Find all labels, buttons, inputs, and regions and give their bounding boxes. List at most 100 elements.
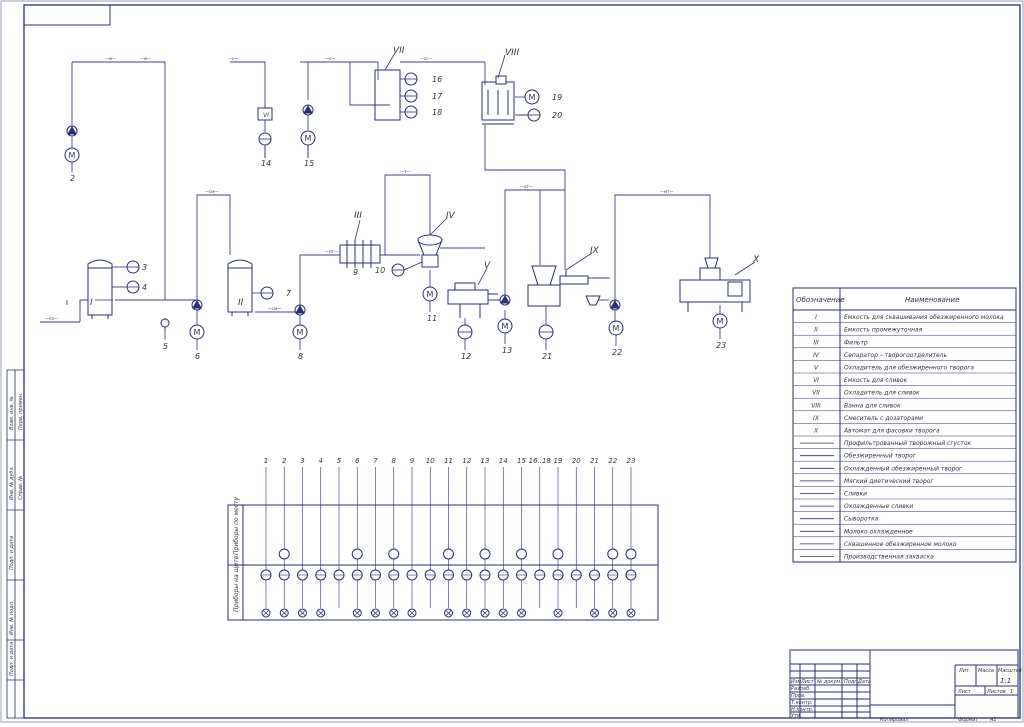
svg-text:№ докум.: № докум. — [816, 679, 842, 685]
legend-row-code: VII — [812, 390, 820, 397]
svg-text:Дата: Дата — [857, 679, 871, 685]
legend-row-text: Сепаратор – творогоотделитель — [844, 352, 948, 359]
instrument-columns: 1 2 3 4 5 6 7 8 9 10 11 12 13 14 15 16..18 19 20 21 22 23 — [260, 457, 637, 618]
side-stamp-5: Подп. и дата — [9, 642, 15, 676]
instrument-column-number: 6 — [355, 457, 360, 465]
svg-text:—т—: —т— — [400, 169, 410, 174]
instrument-column-number: 4 — [319, 457, 323, 465]
svg-text:VIII: VIII — [505, 48, 519, 58]
drawing-sheet: Взам. инв. № Инв. № дубл. Подп. и дата И… — [0, 0, 1024, 723]
mixer-IX — [527, 284, 561, 307]
legend-row-text: Сквашенное обезжиренное молоко — [844, 541, 957, 548]
svg-text:III: III — [354, 211, 362, 221]
svg-text:10: 10 — [375, 266, 385, 275]
legend-rows: I Емкость для сквашивания обезжиренного м… — [793, 314, 1016, 563]
field-instrument-symbol — [388, 548, 400, 560]
svg-text:20: 20 — [552, 111, 562, 120]
svg-text:22: 22 — [612, 348, 622, 357]
cooler-V — [447, 289, 489, 305]
instrument-column-number: 22 — [608, 457, 617, 465]
svg-text:12: 12 — [461, 352, 471, 361]
field-instrument-symbol — [516, 548, 527, 560]
legend-row-code: IV — [813, 352, 820, 359]
svg-text:—пт—: —пт— — [325, 249, 338, 254]
svg-text:16: 16 — [432, 75, 442, 84]
equipment-roman-labels: I II III IV V VI VII VIII IX X — [90, 46, 760, 308]
title-block-text: Лит. Масса Масштаб 1:1 Лист Листов 1 Изм… — [791, 668, 1022, 719]
legend-header-name: Наименование — [905, 296, 959, 304]
legend-row-text: Ванна для сливок — [844, 402, 901, 409]
svg-text:I: I — [90, 298, 93, 308]
svg-text:7: 7 — [286, 289, 292, 298]
side-stamp-6: Справ. № — [18, 476, 24, 500]
svg-text:4: 4 — [142, 283, 147, 292]
legend-row-text: Мягкий диетический творог — [844, 478, 934, 485]
svg-text:—м—: —м— — [105, 56, 116, 61]
svg-text:Лит.: Лит. — [958, 668, 971, 674]
svg-text:—с—: —с— — [228, 56, 238, 61]
legend-row-text: Охлажденные сливки — [844, 503, 913, 510]
field-instrument-symbol — [443, 548, 454, 560]
legend-row-text: Емкость для сливок — [844, 377, 908, 384]
svg-text:—от—: —от— — [520, 184, 533, 189]
legend-row-text: Автомат для фасовки творога — [843, 428, 940, 435]
instrument-column-number: 13 — [481, 457, 490, 465]
svg-text:M: M — [502, 322, 509, 331]
svg-text:—сс—: —сс— — [420, 56, 432, 61]
svg-text:Лист: Лист — [800, 679, 815, 685]
footer-format-value: А1 — [989, 717, 997, 723]
svg-text:—см—: —см— — [205, 189, 218, 194]
legend-row-text: Охладитель для сливок — [844, 390, 920, 397]
legend-row-text: Профильтрованный творожный сгусток — [844, 440, 971, 447]
legend-row-text: Охладитель для обезжиренного творога — [844, 365, 974, 372]
svg-text:11: 11 — [427, 314, 437, 323]
svg-text:Подп.: Подп. — [844, 679, 859, 685]
svg-text:Листов: Листов — [986, 689, 1006, 695]
svg-text:23: 23 — [716, 341, 726, 350]
svg-text:M: M — [305, 134, 312, 143]
instrument-column-number: 3 — [300, 457, 304, 465]
legend-row-text: Емкость для сквашивания обезжиренного мо… — [844, 314, 1004, 321]
legend-row-code: V — [814, 365, 819, 372]
svg-text:—м—: —м— — [140, 56, 151, 61]
side-stamp-3: Подп. и дата — [9, 536, 15, 570]
legend-row-text: Смеситель с дозаторами — [844, 415, 923, 422]
footer-copied: Копировал — [880, 717, 909, 723]
svg-text:—см—: —см— — [268, 306, 281, 311]
field-instruments — [126, 72, 554, 340]
svg-text:—с—: —с— — [325, 56, 335, 61]
svg-text:21: 21 — [542, 352, 552, 361]
svg-text:18: 18 — [432, 108, 442, 117]
process-diagram: Взам. инв. № Инв. № дубл. Подп. и дата И… — [0, 0, 1024, 723]
svg-text:M: M — [427, 290, 434, 299]
instrument-column-number: 21 — [590, 457, 599, 465]
field-instrument-symbol — [278, 548, 290, 560]
legend-row-text: Сыворотка — [844, 516, 879, 523]
svg-text:Пров.: Пров. — [791, 693, 806, 699]
instrument-column-number: 20 — [572, 457, 581, 465]
equipment-numbers: 2 3 4 5 6 7 8 9 10 11 12 13 14 15 16 17 … — [70, 75, 726, 361]
instrument-column-number: 9 — [410, 457, 415, 465]
instrument-column-number: 11 — [444, 457, 453, 465]
svg-text:IV: IV — [446, 211, 456, 221]
field-instrument-symbol — [351, 548, 363, 560]
svg-text:M: M — [194, 328, 201, 337]
instrument-row1-label: Приборы по месту — [233, 496, 240, 555]
side-stamp-2: Инв. № дубл. — [9, 466, 15, 500]
svg-text:II: II — [238, 298, 244, 308]
legend-row-text: Обезжиренный творог — [844, 453, 917, 460]
instrument-column-number: 2 — [282, 457, 287, 465]
cooler-VII — [374, 69, 401, 121]
svg-text:13: 13 — [502, 346, 512, 355]
svg-text:X: X — [752, 255, 760, 265]
instrument-column-number: 14 — [499, 457, 508, 465]
legend-row-code: III — [813, 339, 819, 346]
legend-row-text: Сливки — [844, 491, 867, 498]
instrument-column-number: 23 — [627, 457, 636, 465]
svg-text:Т.контр.: Т.контр. — [791, 700, 813, 706]
legend-row-text: Емкость промежуточная — [844, 327, 923, 334]
legend-row-code: IX — [813, 415, 820, 422]
svg-text:M: M — [297, 328, 304, 337]
legend-row-text: Производственная закваска — [844, 554, 934, 561]
legend-row-code: II — [814, 327, 818, 334]
